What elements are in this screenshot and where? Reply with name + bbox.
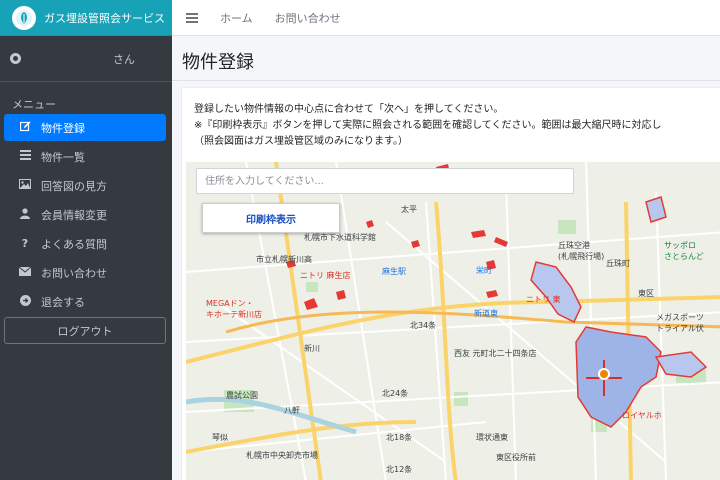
main-content: 物件登録 登録したい物件情報の中心点に合わせて「次へ」を押してください。 ※『印… [172,36,720,480]
instruction-line-1: 登録したい物件情報の中心点に合わせて「次へ」を押してください。 [194,104,504,115]
map-label-higashi-ward-office: 東区役所前 [496,453,536,462]
map-label-sakaemachi-station: 栄町 [476,266,492,275]
map-label-shindotoku: 新道東 [474,309,498,318]
sidebar-item-label: 物件一覧 [41,150,85,164]
brand-link[interactable]: ガス埋設管照会サービス [0,0,172,36]
map-label-mega-don: MEGAドン・ キホーテ新川店 [206,299,262,319]
brand-title: ガス埋設管照会サービス [44,11,165,25]
sidebar-item-faq[interactable]: ? よくある質問 [4,230,166,257]
instruction-line-3: （照会図面はガス埋設管区域のみになります。） [194,136,408,147]
map-label-chuo-market: 札幌市中央卸売市場 [246,451,318,460]
sidebar-item-label: 物件登録 [41,121,85,135]
map-label-kotoni: 琴似 [212,433,228,442]
map-label-mega-sports: メガスポーツ トライアル伏 [656,313,704,333]
sidebar-item-contact[interactable]: お問い合わせ [4,259,166,286]
sidebar-item-label: お問い合わせ [41,266,107,280]
map-label-sapporo-satoland: サッポロ さとらんど [664,241,704,261]
map-label-kita18: 北18条 [386,433,413,442]
map-label-shinkawa: 新川 [304,344,320,353]
image-icon [18,179,32,192]
title-divider [172,80,720,81]
sidebar-item-property-register[interactable]: 物件登録 [4,114,166,141]
sidebar-item-withdraw[interactable]: 退会する [4,288,166,315]
list-icon [18,150,32,163]
hamburger-menu-icon[interactable] [186,12,198,23]
logout-button[interactable]: ログアウト [4,317,166,344]
map-label-higashi-ward: 東区 [638,289,654,298]
sidebar-item-label: 回答図の見方 [41,179,107,193]
leaf-logo-icon [12,5,36,30]
sidebar-item-label: よくある質問 [41,237,107,251]
map-canvas[interactable]: 印刷枠表示 太平 札幌市下水道科学館 市立札幌新川高 ニトリ 麻生店 麻生駅 丘… [186,162,720,480]
envelope-icon [18,266,32,279]
print-frame-button[interactable]: 印刷枠表示 [202,203,340,233]
map-label-tsuikappu: 環状通東 [476,433,508,442]
user-circle-icon [10,53,21,64]
sidebar-item-label: 会員情報変更 [41,208,107,222]
page-title: 物件登録 [182,52,254,73]
user-name: さん [113,52,135,66]
map-label-hachiken: 八軒 [284,406,300,415]
map-label-okadama: 丘珠町 [606,259,630,268]
user-icon [18,207,32,222]
map-label-kita34: 北34条 [410,321,437,330]
top-navbar: ホーム お問い合わせ [172,0,720,36]
map-label-taihei: 太平 [401,205,417,214]
map-label-kita12: 北12条 [386,465,413,474]
map-label-okadama-airport: 丘珠空港 (札幌飛行場) [558,241,605,261]
map-label-oyachi-park: 農試公園 [226,391,258,400]
map-label-nitori-asao: ニトリ 麻生店 [300,271,351,280]
map-label-sapporo-municipal: 市立札幌新川高 [256,255,312,264]
menu-header: メニュー [12,98,56,111]
sidebar-item-label: 退会する [41,295,85,309]
map-label-nitori-higashi: ニトリ 東 [526,295,561,304]
nav-link-home[interactable]: ホーム [220,10,253,26]
sidebar-item-member-info[interactable]: 会員情報変更 [4,201,166,228]
map-label-royal-host: ロイヤルホ [622,411,662,420]
address-search-input[interactable] [196,168,574,194]
user-panel[interactable]: さん [0,36,172,82]
map-label-kita24: 北24条 [382,389,409,398]
sidebar: ガス埋設管照会サービス さん メニュー 物件登録 物件一覧 回答図の見方 会員情… [0,0,172,480]
map-label-asabu-station: 麻生駅 [382,267,406,276]
question-icon: ? [21,237,29,250]
arrow-circle-icon [18,294,32,309]
sidebar-item-answer-guide[interactable]: 回答図の見方 [4,172,166,199]
edit-icon [18,121,32,135]
map-location-pin-icon [598,368,610,380]
instruction-line-2: ※『印刷枠表示』ボタンを押して実際に照会される範囲を確認してください。範囲は最大… [194,120,662,131]
nav-link-contact[interactable]: お問い合わせ [275,10,341,26]
sidebar-item-property-list[interactable]: 物件一覧 [4,143,166,170]
map-label-sewage-museum: 札幌市下水道科学館 [304,233,376,242]
map-label-nishitomo: 西友 元町北二十四条店 [454,349,537,358]
